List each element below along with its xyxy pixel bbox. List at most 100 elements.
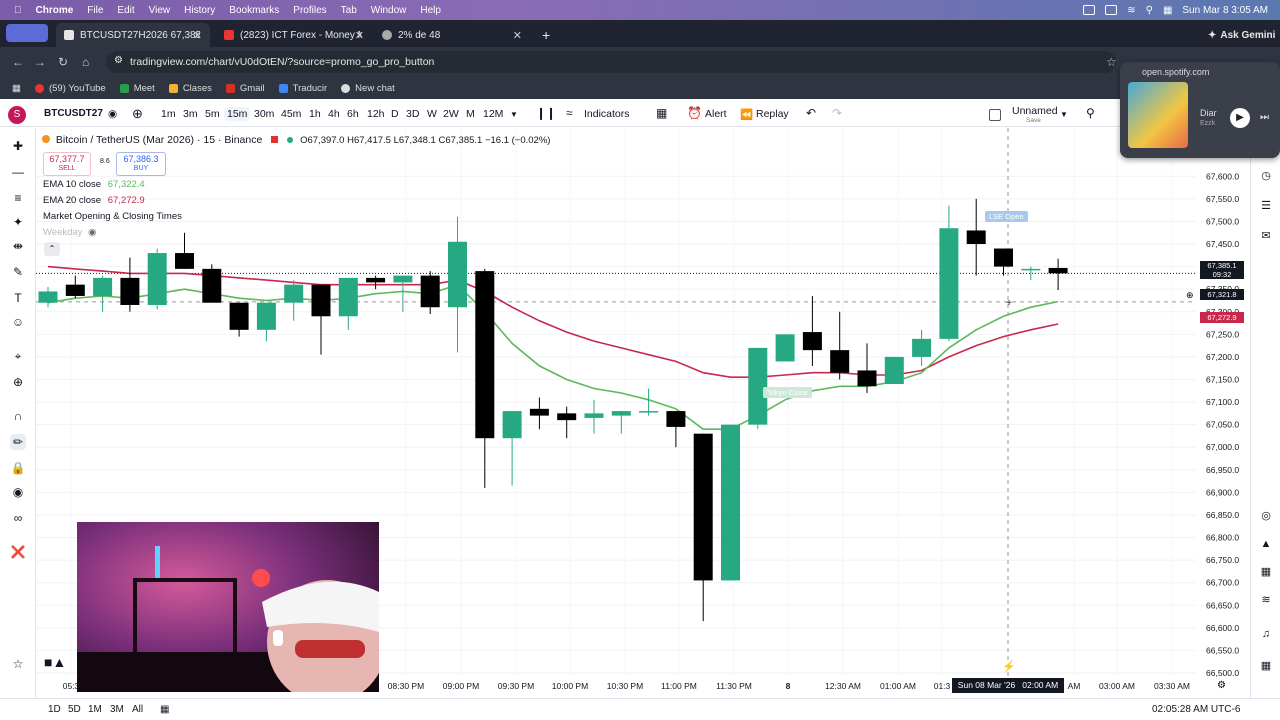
- menu-help[interactable]: Help: [420, 5, 441, 16]
- interval-2w[interactable]: 2W: [443, 108, 459, 120]
- replay-icon[interactable]: ⏪: [740, 108, 753, 121]
- target-icon[interactable]: ◎: [1258, 508, 1274, 524]
- range-1d[interactable]: 1D: [48, 704, 61, 715]
- new-tab-button[interactable]: +: [534, 23, 554, 47]
- utc-clock[interactable]: 02:05:28 AM UTC-6: [1152, 704, 1240, 715]
- control-center-icon[interactable]: ▦: [1163, 5, 1172, 16]
- play-button[interactable]: ▶: [1230, 108, 1250, 128]
- menu-profiles[interactable]: Profiles: [293, 5, 326, 16]
- lock-icon[interactable]: 🔒: [10, 460, 26, 476]
- layout-save-label[interactable]: Save: [1026, 117, 1041, 124]
- watchlist-icon[interactable]: ◷: [1258, 168, 1274, 184]
- apple-icon[interactable]: : [14, 5, 22, 16]
- interval-w[interactable]: W: [427, 108, 437, 120]
- status-icon[interactable]: [1105, 5, 1118, 15]
- trash-icon[interactable]: ❌: [10, 544, 26, 560]
- interval-3d[interactable]: 3D: [406, 108, 419, 120]
- alert-button[interactable]: Alert: [705, 108, 727, 120]
- close-tab-icon[interactable]: ✕: [513, 29, 522, 42]
- hide-icon[interactable]: ◉: [10, 484, 26, 500]
- compare-add-icon[interactable]: ⊕: [132, 106, 143, 122]
- menu-tab[interactable]: Tab: [341, 5, 357, 16]
- range-all[interactable]: All: [132, 704, 143, 715]
- magnet-icon[interactable]: ∩: [10, 408, 26, 424]
- tab-third[interactable]: 2% de 48 ✕: [374, 23, 530, 47]
- close-tab-icon[interactable]: ✕: [193, 29, 202, 42]
- menu-edit[interactable]: Edit: [117, 5, 134, 16]
- search-icon[interactable]: ⚲: [1086, 106, 1095, 120]
- add-alert-icon[interactable]: ⊕: [1186, 290, 1194, 301]
- session-marker-icon[interactable]: ⚡: [1002, 660, 1016, 673]
- brush-icon[interactable]: ✎: [10, 264, 26, 280]
- tab-group-chip[interactable]: [6, 24, 48, 42]
- menu-view[interactable]: View: [149, 5, 171, 16]
- interval-1h[interactable]: 1h: [309, 108, 321, 120]
- templates-icon[interactable]: ▦: [656, 106, 667, 120]
- bookmark-new-chat[interactable]: New chat: [341, 83, 395, 94]
- eye-icon[interactable]: ◉: [108, 108, 117, 120]
- bookmark-apps-icon[interactable]: ▦: [12, 83, 21, 94]
- ema10-legend[interactable]: EMA 10 close 67,322.4: [43, 179, 145, 190]
- close-tab-icon[interactable]: ✕: [355, 29, 364, 42]
- url-bar[interactable]: ⚙ tradingview.com/chart/vU0dOtEN/?source…: [106, 51, 1116, 73]
- link-icon[interactable]: ∞: [10, 510, 26, 526]
- indicators-icon[interactable]: ≈: [566, 106, 573, 120]
- interval-12m[interactable]: 12M: [483, 108, 503, 120]
- ruler-icon[interactable]: ⌖: [10, 348, 26, 364]
- bookmark-traducir[interactable]: Traducir: [278, 83, 327, 94]
- tab-youtube[interactable]: (2823) ICT Forex - Money Ma ✕: [216, 23, 372, 47]
- chat-icon[interactable]: ✉: [1258, 228, 1274, 244]
- redo-icon[interactable]: ↷: [832, 106, 842, 120]
- interval-5m[interactable]: 5m: [205, 108, 220, 120]
- range-5d[interactable]: 5D: [68, 704, 81, 715]
- alert-icon[interactable]: ⏰: [687, 106, 702, 120]
- menu-history[interactable]: History: [184, 5, 215, 16]
- menu-file[interactable]: File: [87, 5, 103, 16]
- interval-m[interactable]: M: [466, 108, 475, 120]
- bookmark-meet[interactable]: Meet: [119, 83, 155, 94]
- layout-dropdown-icon[interactable]: ▼: [1060, 110, 1068, 119]
- site-info-icon[interactable]: ⚙: [114, 55, 123, 66]
- session-indicator-legend[interactable]: Market Opening & Closing Times: [43, 211, 182, 222]
- date-range-icon[interactable]: ▦: [160, 704, 169, 715]
- interval-30m[interactable]: 30m: [254, 108, 274, 120]
- sell-button[interactable]: 67,377.7 SELL: [43, 152, 91, 176]
- notifications-icon[interactable]: ♫: [1258, 626, 1274, 642]
- interval-6h[interactable]: 6h: [347, 108, 359, 120]
- fib-icon[interactable]: ≡: [10, 190, 26, 206]
- home-icon[interactable]: ⌂: [82, 55, 89, 69]
- projection-icon[interactable]: ⇼: [10, 238, 26, 254]
- interval-4h[interactable]: 4h: [328, 108, 340, 120]
- menu-window[interactable]: Window: [371, 5, 407, 16]
- layout-checkbox[interactable]: [989, 109, 1001, 121]
- stream-icon[interactable]: ≋: [1258, 592, 1274, 608]
- menu-app-name[interactable]: Chrome: [36, 5, 74, 16]
- next-track-icon[interactable]: ⏭: [1260, 112, 1269, 123]
- watchlist-star-icon[interactable]: ☆: [10, 656, 26, 672]
- undo-icon[interactable]: ↶: [806, 106, 816, 120]
- ask-gemini-button[interactable]: ✦ Ask Gemini: [1200, 23, 1276, 47]
- menu-bookmarks[interactable]: Bookmarks: [229, 5, 279, 16]
- interval-3m[interactable]: 3m: [183, 108, 198, 120]
- interval-15m[interactable]: 15m: [224, 107, 251, 121]
- bookmark-youtube[interactable]: (59) YouTube: [34, 83, 106, 94]
- ema20-legend[interactable]: EMA 20 close 67,272.9: [43, 195, 145, 206]
- stay-drawing-icon[interactable]: ✏: [10, 434, 26, 450]
- collapse-legend-icon[interactable]: ⌃: [44, 242, 60, 256]
- replay-button[interactable]: Replay: [756, 108, 789, 120]
- clock-text[interactable]: Sun Mar 8 3:05 AM: [1182, 5, 1268, 16]
- pattern-icon[interactable]: ✦: [10, 214, 26, 230]
- candle-type-icon[interactable]: ❙❙: [536, 106, 556, 120]
- reload-icon[interactable]: ↻: [58, 55, 68, 69]
- search-icon[interactable]: ⚲: [1146, 5, 1153, 16]
- buy-button[interactable]: 67,386.3 BUY: [116, 152, 166, 176]
- symbol-search[interactable]: BTCUSDT27: [40, 105, 106, 123]
- emoji-icon[interactable]: ☺: [10, 314, 26, 330]
- interval-12h[interactable]: 12h: [367, 108, 385, 120]
- eye-off-icon[interactable]: ◉: [88, 227, 96, 238]
- interval-dropdown-icon[interactable]: ▼: [510, 110, 518, 119]
- apps-grid-icon[interactable]: ▦: [1258, 658, 1274, 674]
- bookmark-star-icon[interactable]: ☆: [1106, 55, 1117, 69]
- interval-45m[interactable]: 45m: [281, 108, 301, 120]
- avatar[interactable]: S: [8, 106, 26, 124]
